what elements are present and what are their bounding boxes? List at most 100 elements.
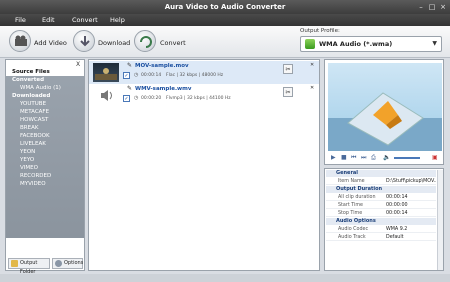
prop-value[interactable]: WMA 9.2	[386, 226, 436, 233]
list-item[interactable]: ✎ WMV-sample.wmv ✓ ◷ 00:00:20 Flvmp3 | 3…	[89, 84, 319, 107]
play-icon[interactable]: ▶	[331, 154, 336, 161]
options-button[interactable]: Options	[52, 258, 83, 269]
prop-key: Item Name	[338, 179, 365, 184]
close-window-icon[interactable]: ×	[438, 3, 448, 11]
minimize-icon[interactable]: –	[416, 3, 426, 11]
tree-item-converted[interactable]: Converted	[6, 76, 84, 84]
file-info: Flac | 32 kbps | 48000 Hz	[166, 73, 224, 78]
output-profile-value: WMA Audio (*.wma)	[319, 40, 393, 48]
tree-item-break[interactable]: BREAK	[6, 124, 84, 132]
list-item[interactable]: ✎ MOV-sample.mov ✓ ◷ 00:00:14 Flac | 32 …	[89, 61, 319, 84]
convert-button[interactable]: Convert	[160, 39, 186, 47]
tree-item-facebook[interactable]: FACEBOOK	[6, 132, 84, 140]
tree-label: HOWCAST	[20, 117, 49, 123]
next-frame-icon[interactable]: ⏭	[361, 154, 366, 162]
close-icon[interactable]: ✕	[310, 85, 314, 91]
volume-icon[interactable]: 🔈	[383, 154, 390, 161]
gear-icon	[55, 260, 62, 267]
prop-value[interactable]: Default	[386, 234, 436, 241]
prop-value[interactable]: 00:00:14	[386, 210, 436, 217]
preview-image	[328, 63, 442, 151]
clock-icon: ◷	[134, 72, 139, 78]
tree-label: RECORDED	[20, 173, 52, 179]
tree-item-howcast[interactable]: HOWCAST	[6, 116, 84, 124]
menu-edit[interactable]: Edit	[42, 16, 55, 24]
close-panel-icon[interactable]: X	[76, 61, 80, 68]
tree-label: FACEBOOK	[20, 133, 50, 139]
prop-key: Audio Codec	[338, 227, 369, 232]
tree-label: MYVIDEO	[20, 181, 46, 187]
status-bar	[0, 274, 450, 282]
scissors-icon[interactable]: ✂	[283, 87, 293, 97]
tree-item-yeon[interactable]: YEON	[6, 148, 84, 156]
edit-icon[interactable]: ✎	[127, 85, 132, 92]
tree-item-downloaded[interactable]: Downloaded	[6, 92, 84, 100]
tree-label: YEYO	[20, 157, 35, 163]
snapshot-icon[interactable]: ⎙	[371, 154, 376, 162]
output-folder-label: Output Folder	[20, 260, 38, 275]
download-button[interactable]: Download	[98, 39, 130, 47]
file-duration: 00:00:20	[141, 96, 162, 101]
menu-file[interactable]: File	[15, 16, 26, 24]
file-checkbox[interactable]: ✓	[123, 72, 130, 79]
prop-row-stop: Stop Time 00:00:14	[326, 210, 436, 217]
preview-panel: ▶ ■ ⏮ ⏭ ⎙ 🔈 ▣	[324, 59, 444, 165]
tree-label: BREAK	[20, 125, 39, 131]
prop-value[interactable]: 00:00:00	[386, 202, 436, 209]
section-general[interactable]: General	[326, 170, 436, 177]
output-profile-label: Output Profile:	[300, 28, 340, 34]
prop-row-codec: Audio Codec WMA 9.2	[326, 226, 436, 233]
prop-key: Stop Time	[338, 211, 363, 216]
chevron-down-icon[interactable]: ▼	[432, 40, 437, 47]
tree-item-myvideo[interactable]: MYVIDEO	[6, 180, 84, 188]
prop-row-item-name: Item Name D:\Stuff\pickup\MOV...	[326, 178, 436, 185]
tree-item-recorded[interactable]: RECORDED	[6, 172, 84, 180]
left-panel: X Source Files Converted WMA Audio (1) D…	[5, 59, 85, 275]
tree-item-youtube[interactable]: YOUTUBE	[6, 100, 84, 108]
section-output-duration[interactable]: Output Duration	[326, 186, 436, 193]
prop-value[interactable]: D:\Stuff\pickup\MOV...	[386, 178, 436, 185]
file-list: ✎ MOV-sample.mov ✓ ◷ 00:00:14 Flac | 32 …	[88, 59, 320, 271]
tree-item-vimeo[interactable]: VIMEO	[6, 164, 84, 172]
tree-label: WMA Audio (1)	[20, 85, 61, 91]
menu-help[interactable]: Help	[110, 16, 125, 24]
prop-row-start: Start Time 00:00:00	[326, 202, 436, 209]
prop-row-all-clip: All clip duration 00:00:14	[326, 194, 436, 201]
tree-label: YOUTUBE	[20, 101, 47, 107]
wma-icon	[305, 39, 315, 49]
add-video-button[interactable]: Add Video	[34, 39, 67, 47]
output-folder-button[interactable]: Output Folder	[8, 258, 50, 275]
menu-convert[interactable]: Convert	[72, 16, 98, 24]
section-audio-options[interactable]: Audio Options	[326, 218, 436, 225]
fullscreen-icon[interactable]: ▣	[432, 154, 438, 161]
prop-key: All clip duration	[338, 195, 376, 200]
tree-item-liveleak[interactable]: LIVELEAK	[6, 140, 84, 148]
prop-value[interactable]: 00:00:14	[386, 194, 436, 201]
maximize-icon[interactable]: □	[427, 3, 437, 11]
convert-icon[interactable]	[134, 30, 156, 52]
scrollbar[interactable]	[437, 170, 443, 270]
tree-item-yeyo[interactable]: YEYO	[6, 156, 84, 164]
prop-key: Audio Track	[338, 235, 366, 240]
download-icon[interactable]	[73, 30, 95, 52]
prev-frame-icon[interactable]: ⏮	[351, 154, 356, 162]
tree-item-source-files[interactable]: Source Files	[6, 68, 84, 76]
output-profile-select[interactable]: WMA Audio (*.wma) ▼	[300, 36, 442, 52]
properties-panel: General Item Name D:\Stuff\pickup\MOV... …	[324, 168, 444, 271]
volume-slider[interactable]	[394, 157, 420, 159]
tree-label: Downloaded	[12, 93, 51, 99]
playback-controls: ▶ ■ ⏮ ⏭ ⎙ 🔈 ▣	[328, 152, 442, 164]
tree-label: METACAFE	[20, 109, 50, 115]
add-video-icon[interactable]	[9, 30, 31, 52]
close-icon[interactable]: ✕	[310, 62, 314, 68]
scissors-icon[interactable]: ✂	[283, 64, 293, 74]
menu-bar: File Edit Convert Help	[0, 14, 450, 26]
file-checkbox[interactable]: ✓	[123, 95, 130, 102]
tree-label: YEON	[20, 149, 36, 155]
stop-icon[interactable]: ■	[341, 154, 347, 161]
tree-label: Converted	[12, 77, 45, 83]
prop-row-track: Audio Track Default	[326, 234, 436, 241]
tree-item-metacafe[interactable]: METACAFE	[6, 108, 84, 116]
tree-item-wma-audio[interactable]: WMA Audio (1)	[6, 84, 84, 92]
edit-icon[interactable]: ✎	[127, 62, 132, 69]
